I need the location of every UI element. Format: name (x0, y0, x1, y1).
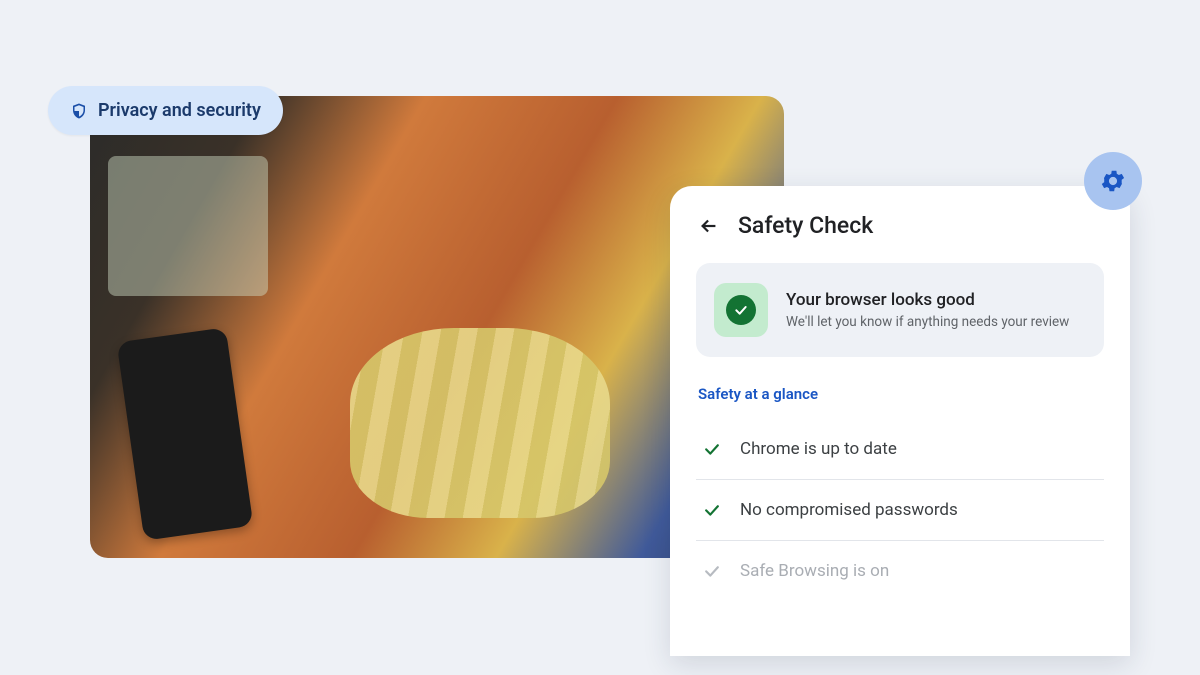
safety-item[interactable]: Safe Browsing is on (696, 541, 1104, 601)
settings-button[interactable] (1084, 152, 1142, 210)
safety-item-label: Safe Browsing is on (740, 561, 889, 581)
section-label: Safety at a glance (698, 385, 1102, 403)
safety-items: Chrome is up to date No compromised pass… (696, 419, 1104, 601)
safety-item[interactable]: Chrome is up to date (696, 419, 1104, 480)
check-icon (733, 302, 749, 318)
back-button[interactable] (696, 213, 722, 239)
privacy-security-chip[interactable]: Privacy and security (48, 86, 283, 135)
check-icon (702, 439, 722, 459)
status-badge (714, 283, 768, 337)
arrow-left-icon (698, 215, 720, 237)
chip-label: Privacy and security (98, 100, 261, 121)
card-header: Safety Check (696, 212, 1104, 239)
check-icon (702, 561, 722, 581)
safety-item-label: Chrome is up to date (740, 439, 897, 459)
shield-icon (70, 101, 88, 121)
status-banner: Your browser looks good We'll let you kn… (696, 263, 1104, 357)
photo-decoration (350, 328, 610, 518)
gear-icon (1099, 167, 1127, 195)
status-title: Your browser looks good (786, 290, 1069, 310)
safety-item[interactable]: No compromised passwords (696, 480, 1104, 541)
safety-check-card: Safety Check Your browser looks good We'… (670, 186, 1130, 656)
safety-item-label: No compromised passwords (740, 500, 958, 520)
card-title: Safety Check (738, 212, 873, 239)
status-subtitle: We'll let you know if anything needs you… (786, 314, 1069, 330)
check-icon (702, 500, 722, 520)
